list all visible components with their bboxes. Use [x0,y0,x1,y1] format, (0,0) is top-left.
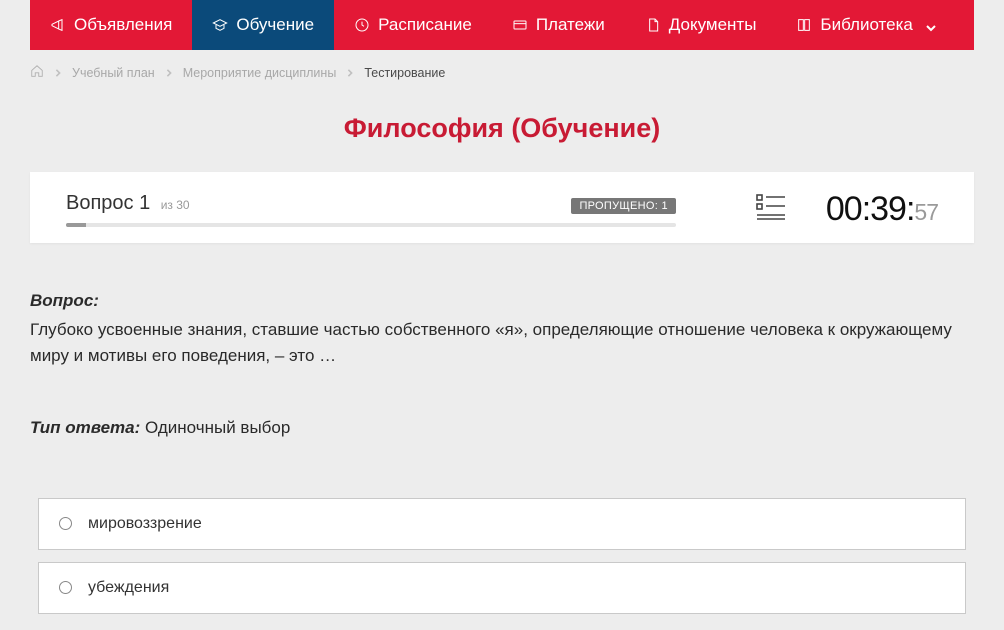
status-left: Вопрос 1 из 30 ПРОПУЩЕНО: 1 [66,192,676,227]
document-icon [645,17,661,33]
progress-fill [66,223,86,227]
option-item[interactable]: мировоззрение [38,498,966,550]
skipped-badge: ПРОПУЩЕНО: 1 [571,198,675,214]
answer-type-value: Одиночный выбор [145,418,290,437]
graduation-icon [212,17,228,33]
nav-label: Объявления [74,15,172,35]
radio-icon[interactable] [59,581,72,594]
nav-label: Библиотека [820,15,912,35]
main-navbar: Объявления Обучение Расписание Платежи Д… [30,0,974,50]
home-icon[interactable] [30,64,44,81]
question-body: Вопрос: Глубоко усвоенные знания, ставши… [30,291,974,438]
radio-icon[interactable] [59,517,72,530]
options-list: мировоззрение убеждения [30,498,974,616]
timer: 00:39:57 [826,190,938,229]
breadcrumb: Учебный план Мероприятие дисциплины Тест… [30,50,974,95]
outer-scroll[interactable]: Объявления Обучение Расписание Платежи Д… [0,0,1004,616]
option-label: мировоззрение [88,515,202,533]
nav-label: Обучение [236,15,314,35]
book-icon [796,17,812,33]
nav-label: Расписание [378,15,472,35]
option-label: убеждения [88,579,169,597]
timer-main: 00:39: [826,190,915,228]
question-word: Вопрос [66,192,134,214]
breadcrumb-link-event[interactable]: Мероприятие дисциплины [183,66,337,80]
card-icon [512,17,528,33]
megaphone-icon [50,17,66,33]
chevron-right-icon [54,66,62,80]
status-panel: Вопрос 1 из 30 ПРОПУЩЕНО: 1 00:39:57 [30,172,974,243]
of-word: из [161,198,173,212]
question-text: Глубоко усвоенные знания, ставшие частью… [30,317,974,370]
nav-documents[interactable]: Документы [625,0,777,50]
question-total: 30 [176,198,189,212]
answer-type-label: Тип ответа: [30,418,140,437]
nav-label: Документы [669,15,757,35]
question-counter: Вопрос 1 из 30 [66,192,190,215]
question-list-icon[interactable] [756,194,786,225]
question-label: Вопрос: [30,291,974,311]
nav-label: Платежи [536,15,605,35]
chevron-right-icon [165,66,173,80]
breadcrumb-current: Тестирование [364,66,445,80]
chevron-down-icon [925,19,937,31]
nav-library[interactable]: Библиотека [776,0,956,50]
timer-seconds: 57 [914,199,938,225]
option-item[interactable]: убеждения [38,562,966,614]
question-number: 1 [139,192,150,214]
nav-learning[interactable]: Обучение [192,0,334,50]
page-title: Философия (Обучение) [30,113,974,144]
nav-announcements[interactable]: Объявления [30,0,192,50]
progress-bar [66,223,676,227]
clock-icon [354,17,370,33]
nav-schedule[interactable]: Расписание [334,0,492,50]
answer-type: Тип ответа: Одиночный выбор [30,418,974,438]
nav-payments[interactable]: Платежи [492,0,625,50]
chevron-right-icon [346,66,354,80]
inner-scroll[interactable]: Объявления Обучение Расписание Платежи Д… [0,0,1004,616]
breadcrumb-link-plan[interactable]: Учебный план [72,66,155,80]
